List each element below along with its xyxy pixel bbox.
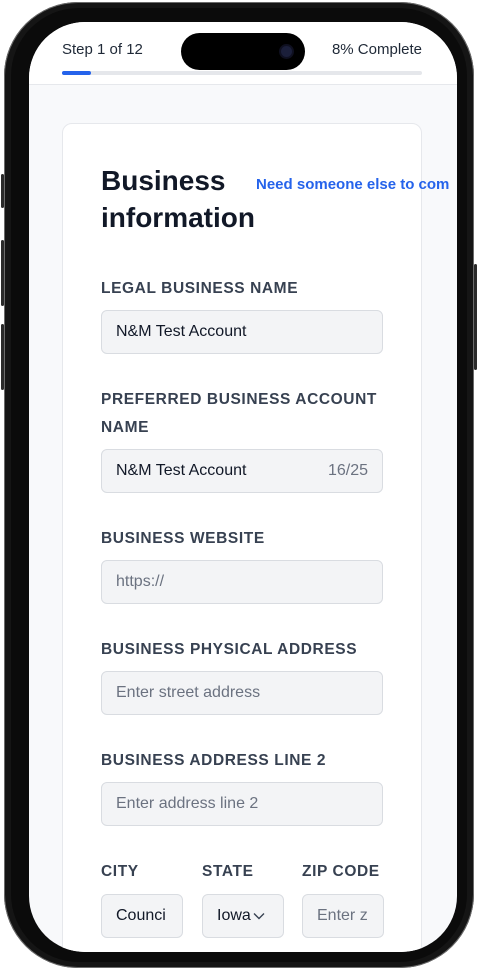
preferred-name-label: PREFERRED BUSINESS ACCOUNT NAME (101, 391, 377, 436)
address2-placeholder: Enter address line 2 (116, 795, 259, 812)
website-input[interactable]: https:// (101, 560, 383, 604)
percent-complete: 8% Complete (331, 41, 422, 58)
preferred-name-value: N&M Test Account (116, 462, 247, 479)
state-select[interactable]: Iowa (202, 894, 284, 938)
phone-frame: Step 1 of 12 8% Complete Business inform… (1, 2, 477, 968)
state-value: Iowa (217, 907, 251, 924)
zip-input[interactable]: Enter z (302, 894, 384, 938)
city-value: Counci (116, 907, 166, 924)
legal-name-input[interactable]: N&M Test Account (101, 310, 383, 354)
preferred-name-input[interactable]: N&M Test Account 16/25 (101, 449, 383, 493)
screen: Step 1 of 12 8% Complete Business inform… (29, 22, 457, 952)
camera-icon (281, 46, 292, 57)
progress-bar (62, 71, 422, 75)
power-button (474, 264, 477, 370)
address2-label: BUSINESS ADDRESS LINE 2 (101, 752, 327, 769)
zip-label: ZIP CODE (302, 863, 380, 880)
address-placeholder: Enter street address (116, 684, 261, 701)
website-placeholder: https:// (116, 573, 165, 590)
volume-down-button (1, 324, 4, 390)
website-label: BUSINESS WEBSITE (101, 530, 265, 547)
address-input[interactable]: Enter street address (101, 671, 383, 715)
zip-placeholder: Enter z (317, 907, 368, 924)
dynamic-island (181, 33, 305, 70)
address2-input[interactable]: Enter address line 2 (101, 782, 383, 826)
city-label: CITY (101, 863, 139, 880)
legal-name-value: N&M Test Account (116, 323, 247, 340)
progress-fill (62, 71, 91, 75)
city-input[interactable]: Counci (101, 894, 183, 938)
character-counter: 16/25 (327, 462, 368, 479)
volume-up-button (1, 240, 4, 306)
page-title: Business information (101, 165, 255, 233)
action-button (1, 174, 4, 208)
state-label: STATE (202, 863, 254, 880)
delegate-link[interactable]: Need someone else to com (256, 176, 449, 193)
form-card: Business information Need someone else t… (62, 123, 449, 952)
chevron-down-icon (253, 909, 265, 923)
step-indicator: Step 1 of 12 (62, 41, 143, 58)
address-label: BUSINESS PHYSICAL ADDRESS (101, 641, 358, 658)
legal-name-label: LEGAL BUSINESS NAME (101, 280, 299, 297)
